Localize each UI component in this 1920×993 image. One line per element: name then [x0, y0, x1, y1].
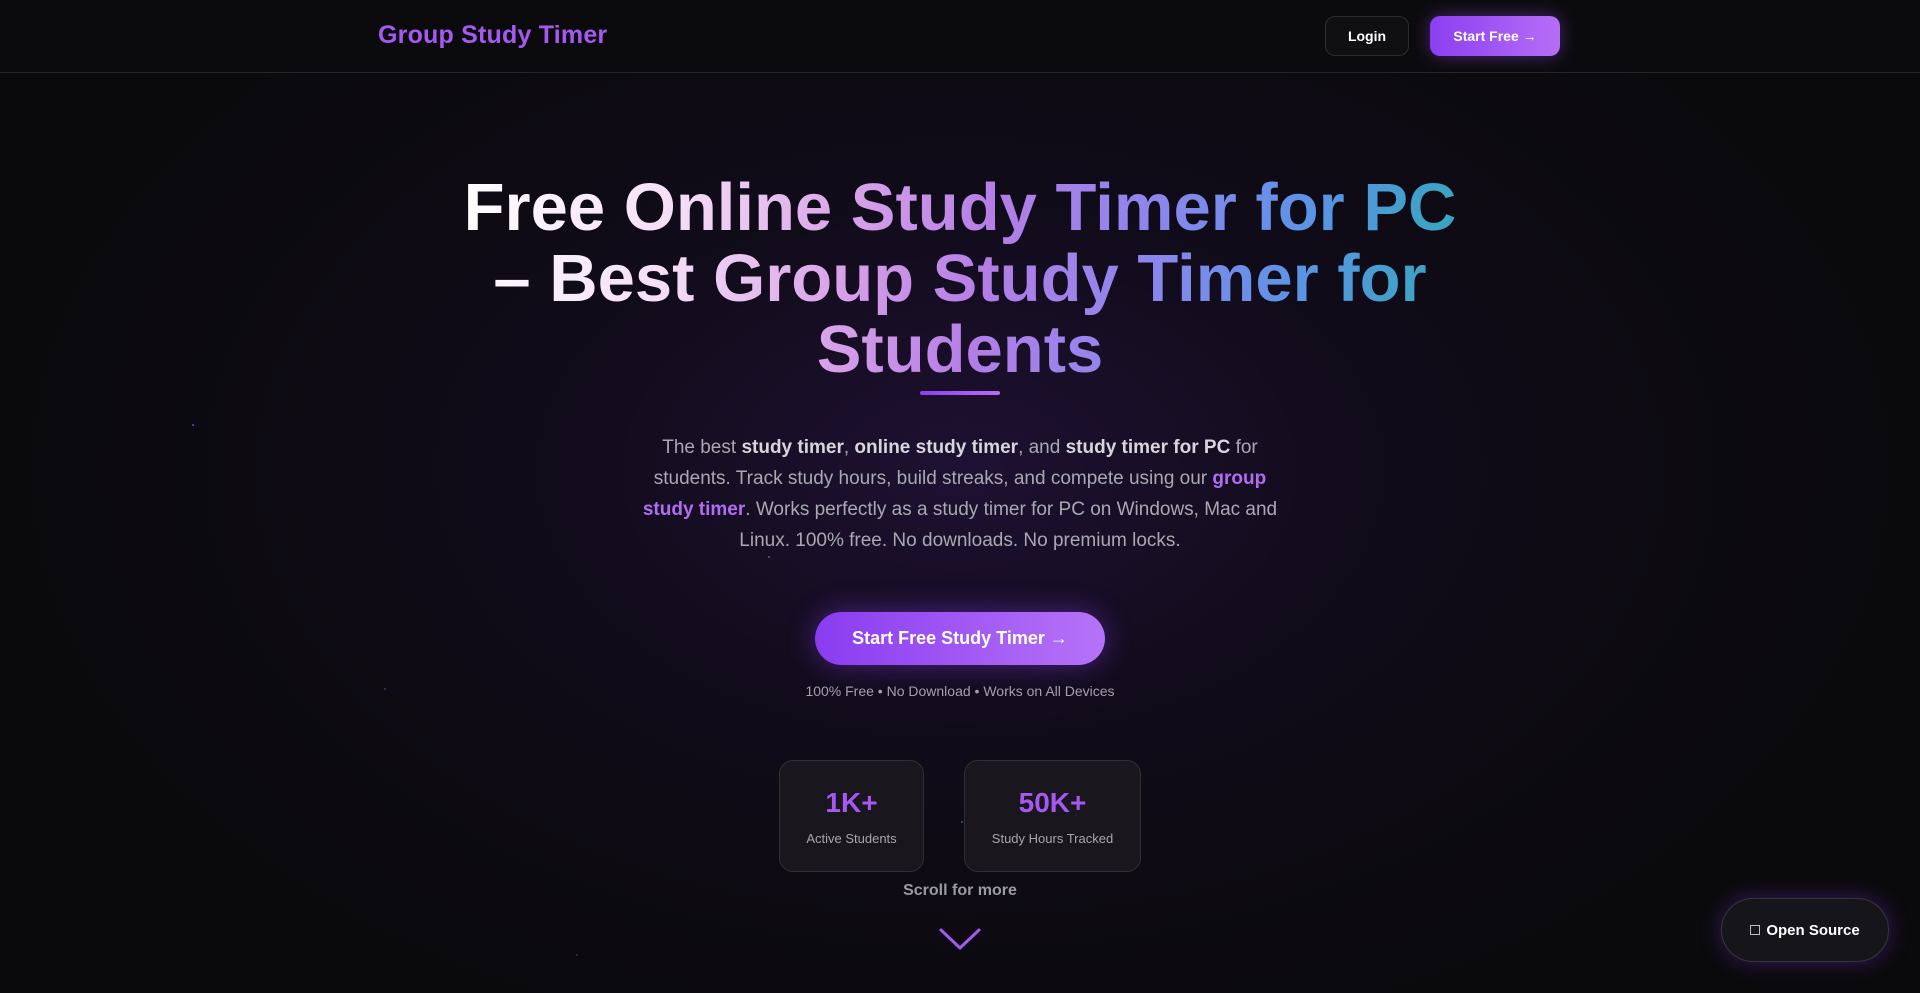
login-button[interactable]: Login	[1325, 16, 1409, 56]
stat-label: Active Students	[806, 831, 897, 846]
background-particle	[576, 954, 578, 956]
open-source-label: Open Source	[1766, 921, 1860, 939]
keyword-online-study-timer: online study timer	[854, 437, 1019, 458]
start-free-button[interactable]: Start Free →	[1430, 16, 1560, 56]
title-underline	[920, 391, 1000, 395]
description-text: The best	[662, 437, 742, 458]
top-nav: Group Study Timer Login Start Free →	[0, 0, 1920, 73]
landing-page: Group Study Timer Login Start Free → Fre…	[0, 0, 1920, 993]
stat-label: Study Hours Tracked	[991, 831, 1114, 846]
brand-logo[interactable]: Group Study Timer	[378, 21, 607, 50]
stat-value: 1K+	[825, 787, 878, 818]
background-particle	[961, 821, 963, 823]
code-icon	[1750, 925, 1761, 935]
cta-note: 100% Free • No Download • Works on All D…	[805, 683, 1115, 699]
start-study-timer-button[interactable]: Start Free Study Timer →	[815, 612, 1105, 665]
stat-card-hours: 50K+ Study Hours Tracked	[964, 760, 1141, 872]
background-particle	[192, 424, 194, 426]
description-text: , and	[1018, 437, 1066, 458]
background-particle	[768, 556, 770, 558]
hero-title: Free Online Study Timer for PC – Best Gr…	[460, 172, 1460, 385]
scroll-hint: Scroll for more	[903, 882, 1017, 899]
description-text: . Works perfectly as a study timer for P…	[739, 499, 1278, 551]
description-text: ,	[843, 437, 855, 458]
keyword-study-timer-for-pc: study timer for PC	[1065, 437, 1231, 458]
stat-value: 50K+	[1018, 787, 1087, 818]
open-source-button[interactable]: Open Source	[1721, 898, 1889, 962]
background-particle	[384, 688, 386, 690]
chevron-down-icon[interactable]	[938, 926, 982, 952]
stat-card-students: 1K+ Active Students	[779, 760, 924, 872]
keyword-study-timer: study timer	[741, 437, 844, 458]
hero-description: The best study timer, online study timer…	[630, 432, 1290, 556]
